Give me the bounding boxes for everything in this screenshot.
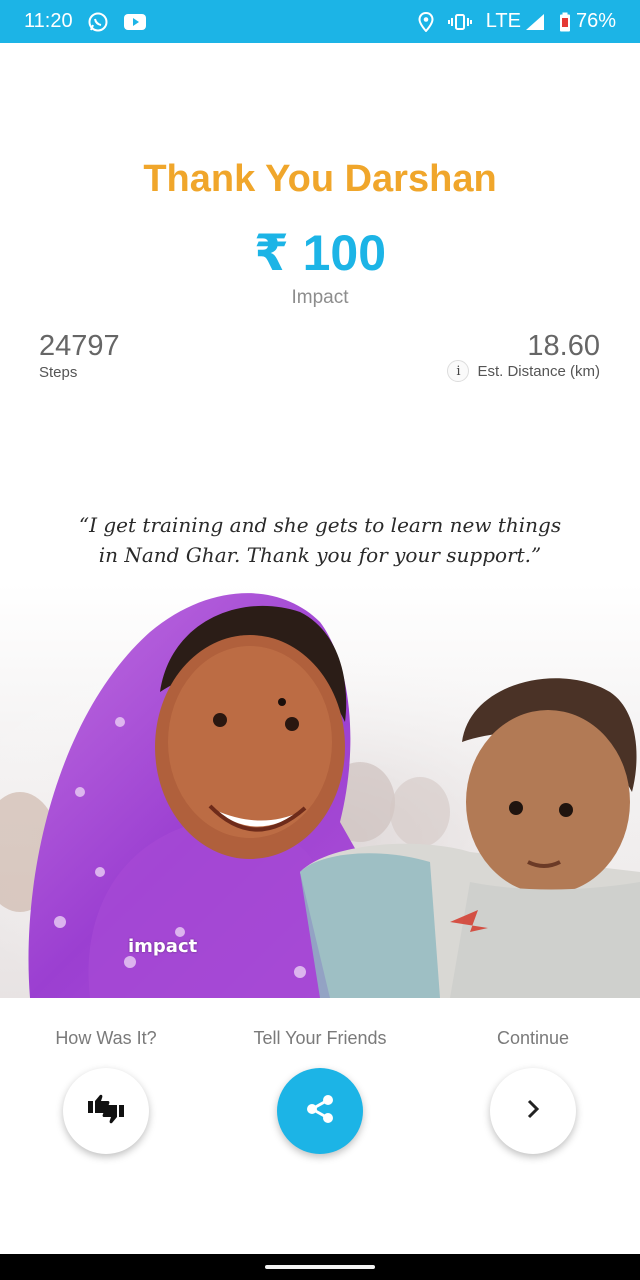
steps-value: 24797 — [39, 330, 120, 362]
feedback-button[interactable] — [63, 1068, 149, 1154]
battery-icon — [559, 12, 571, 32]
impact-story-image: “I get training and she gets to learn ne… — [0, 492, 640, 998]
quote-text: “I get training and she gets to learn ne… — [0, 510, 640, 570]
impact-watermark: impact — [128, 936, 198, 957]
battery-indicator: 76% — [559, 10, 616, 33]
thank-you-title: Thank You Darshan — [143, 158, 497, 200]
distance-value: 18.60 — [527, 330, 600, 362]
location-icon — [418, 11, 434, 32]
share-label: Tell Your Friends — [253, 1028, 387, 1048]
impact-label: Impact — [291, 287, 349, 308]
quote-line-2: in Nand Ghar. Thank you for your support… — [98, 543, 542, 567]
home-gesture-handle[interactable] — [265, 1265, 375, 1269]
status-bar: 11:20 LTE 76% — [0, 0, 640, 43]
continue-label: Continue — [496, 1028, 570, 1048]
impact-amount: ₹ 100 — [253, 225, 387, 281]
distance-label-row: i Est. Distance (km) — [447, 360, 600, 382]
feedback-label: How Was It? — [55, 1028, 157, 1048]
continue-button[interactable] — [490, 1068, 576, 1154]
steps-label: Steps — [39, 364, 78, 381]
whatsapp-icon — [87, 11, 109, 33]
status-left: 11:20 — [24, 10, 147, 33]
system-navigation-bar — [0, 1254, 640, 1280]
status-time: 11:20 — [24, 10, 73, 32]
quote-line-1: “I get training and she gets to learn ne… — [78, 513, 562, 537]
info-icon[interactable]: i — [447, 360, 470, 382]
signal-icon — [525, 13, 545, 31]
youtube-icon — [123, 13, 147, 31]
vibrate-icon — [447, 13, 472, 31]
status-right: LTE 76% — [418, 10, 616, 33]
network-label: LTE — [485, 10, 521, 32]
distance-label: Est. Distance (km) — [477, 362, 600, 380]
battery-percent: 76% — [575, 10, 616, 32]
thumbs-up-down-icon — [86, 1093, 126, 1130]
share-button[interactable] — [277, 1068, 363, 1154]
network-indicator: LTE — [486, 10, 545, 33]
chevron-right-icon — [523, 1098, 543, 1125]
share-icon — [303, 1092, 337, 1131]
